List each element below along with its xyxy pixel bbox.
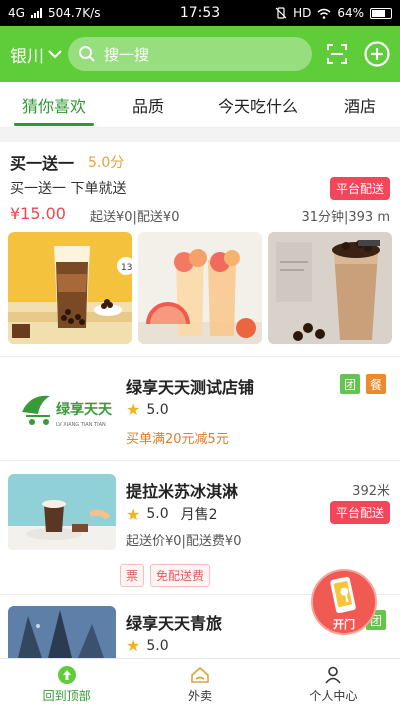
top-bar: 银川 搜一搜 xyxy=(0,26,400,82)
platform-delivery-badge: 平台配送 xyxy=(329,501,390,524)
nav-label: 回到顶部 xyxy=(42,689,91,703)
tab-quality[interactable]: 品质 xyxy=(118,82,178,128)
section-spacer xyxy=(0,128,400,142)
platform-delivery-badge: 平台配送 xyxy=(329,177,390,200)
add-icon[interactable] xyxy=(364,41,390,67)
logo-subtext: LV XIANG TIAN TIAN xyxy=(56,422,106,428)
arrow-up-icon xyxy=(57,666,76,684)
tab-guess-you-like[interactable]: 猜你喜欢 xyxy=(10,82,98,128)
category-tabs: 猜你喜欢 品质 今天吃什么 酒店 xyxy=(0,82,400,128)
rating-value: 5.0 xyxy=(146,506,169,522)
product-photo[interactable] xyxy=(268,232,392,344)
star-icon: ★ xyxy=(126,636,141,655)
shop-chips: 票 免配送费 xyxy=(120,564,211,587)
shop-name: 提拉米苏冰淇淋 xyxy=(126,482,239,501)
open-door-button[interactable]: 开门 xyxy=(310,568,378,636)
shop-photo xyxy=(8,606,116,658)
shop-logo: 绿享天天 LV XIANG TIAN TIAN xyxy=(16,384,116,436)
signal-icon xyxy=(30,8,42,18)
shop-fees: 起送¥0|配送¥0 xyxy=(90,210,180,225)
shop-promo: 买单满20元减5元 xyxy=(126,432,229,447)
scan-icon[interactable] xyxy=(326,43,348,65)
group-buy-tag: 团 xyxy=(340,374,360,394)
shop-score: 5.0分 xyxy=(88,155,125,171)
tab-what-to-eat-today[interactable]: 今天吃什么 xyxy=(208,82,308,128)
chevron-down-icon xyxy=(48,50,62,59)
shop-time-distance: 31分钟|393 m xyxy=(301,210,390,225)
person-icon xyxy=(325,666,341,684)
search-icon xyxy=(79,46,95,62)
city-selector[interactable]: 银川 xyxy=(10,42,64,67)
shop-distance: 392米 xyxy=(352,484,390,499)
shop-rating: ★ 5.0 xyxy=(126,636,169,655)
shop-fees: 起送价¥0|配送费¥0 xyxy=(126,534,242,549)
product-photo[interactable] xyxy=(138,232,262,344)
shop-tags: 团 餐 xyxy=(340,374,386,394)
battery-percent: 64% xyxy=(337,6,364,20)
wifi-icon xyxy=(317,8,331,19)
search-placeholder: 搜一搜 xyxy=(104,45,150,64)
monthly-sales: 月售2 xyxy=(180,507,218,523)
nav-profile[interactable]: 个人中心 xyxy=(267,659,400,710)
status-bar: 4G 504.7K/s 17:53 HD 64% xyxy=(0,0,400,26)
hd-indicator: HD xyxy=(293,6,312,20)
rating-value: 5.0 xyxy=(146,401,169,418)
shop-name: 绿享天天测试店铺 xyxy=(126,378,255,397)
shop-rating: ★ 5.0 月售2 xyxy=(126,504,218,524)
nav-takeout[interactable]: 外卖 xyxy=(133,659,266,710)
free-delivery-chip: 免配送费 xyxy=(150,564,211,587)
network-speed: 504.7K/s xyxy=(47,6,101,20)
shop-name: 绿享天天青旅 xyxy=(126,614,223,633)
nav-label: 个人中心 xyxy=(309,689,358,703)
network-type: 4G xyxy=(8,6,25,20)
dining-tag: 餐 xyxy=(366,374,386,394)
bottom-nav: 回到顶部 外卖 个人中心 xyxy=(0,658,400,710)
shop-rating: ★ 5.0 xyxy=(126,400,169,419)
shop-description: 买一送一 下单就送 xyxy=(10,181,127,197)
nav-back-to-top[interactable]: 回到顶部 xyxy=(0,659,133,710)
invoice-chip: 票 xyxy=(120,564,145,587)
logo-text: 绿享天天 xyxy=(56,401,113,418)
rating-value: 5.0 xyxy=(146,637,169,654)
house-icon xyxy=(191,666,209,683)
shop-name: 买一送一 xyxy=(10,154,75,173)
search-input[interactable]: 搜一搜 xyxy=(68,37,312,71)
star-icon: ★ xyxy=(126,504,141,524)
city-label: 银川 xyxy=(10,46,44,67)
star-icon: ★ xyxy=(126,400,141,419)
vibrate-icon xyxy=(275,7,287,19)
shop-price: ¥15.00 xyxy=(10,204,66,223)
shop-photo xyxy=(8,474,116,550)
product-photo[interactable]: 13 xyxy=(8,232,132,344)
open-door-label: 开门 xyxy=(333,618,355,631)
nav-label: 外卖 xyxy=(187,689,212,703)
tab-hotel[interactable]: 酒店 xyxy=(336,82,384,128)
battery-icon xyxy=(370,7,392,19)
photo-badge: 13 xyxy=(121,263,132,273)
